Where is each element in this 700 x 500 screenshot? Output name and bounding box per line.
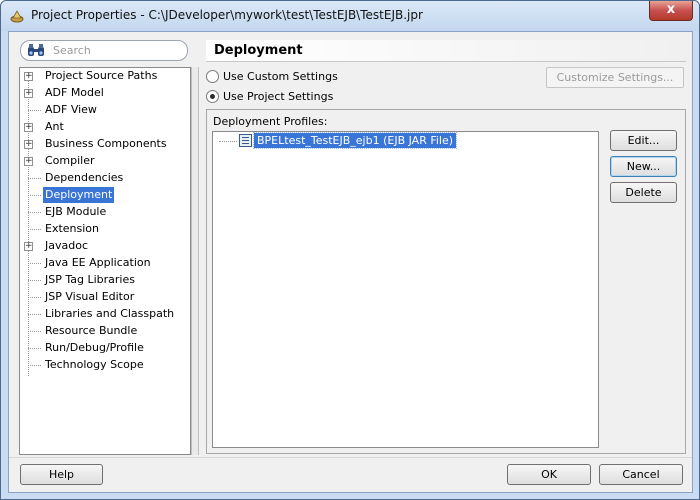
page-title: Deployment (214, 43, 303, 58)
tree-item[interactable]: + Project Source Paths (20, 68, 190, 85)
tree-connector (28, 365, 41, 366)
tree-item-label: Libraries and Classpath (45, 307, 175, 320)
search-input[interactable] (51, 43, 181, 58)
new-button[interactable]: New... (610, 156, 677, 177)
tree-item[interactable]: + Javadoc (20, 238, 190, 255)
dialog-window: Project Properties - C:\JDeveloper\mywor… (0, 0, 700, 500)
profile-label: BPELtest_TestEJB_ejb1 (EJB JAR File) (252, 132, 458, 149)
search-box[interactable] (20, 40, 188, 61)
tree-item[interactable]: + Business Components (20, 136, 190, 153)
tree-item[interactable]: Extension (20, 221, 190, 238)
expand-icon[interactable]: + (24, 72, 33, 81)
tree-item-label: Ant (45, 120, 64, 133)
tree-item[interactable]: Libraries and Classpath (20, 306, 190, 323)
tree-connector (28, 212, 41, 213)
tree-connector (28, 263, 41, 264)
tree-connector (219, 141, 237, 142)
tree-connector (28, 331, 41, 332)
tree-connector (28, 229, 41, 230)
radio-use-project-settings[interactable]: Use Project Settings (206, 88, 356, 106)
tree-item-label: EJB Module (45, 205, 107, 218)
dialog-body: +Project Source Paths+ADF ModelADF View+… (8, 31, 693, 493)
tree-item-label: Technology Scope (45, 358, 144, 371)
tree-item[interactable]: Deployment (20, 187, 190, 204)
tree-connector (28, 314, 41, 315)
tree-item[interactable]: Run/Debug/Profile (20, 340, 190, 357)
tree-item[interactable]: Java EE Application (20, 255, 190, 272)
ok-button[interactable]: OK (507, 464, 591, 485)
tree-item-label: Javadoc (45, 239, 88, 252)
tree-item[interactable]: Technology Scope (20, 357, 190, 374)
customize-settings-button[interactable]: Customize Settings... (546, 67, 684, 88)
jar-file-icon (239, 134, 252, 147)
tree-item-label: Extension (45, 222, 100, 235)
window-title: Project Properties - C:\JDeveloper\mywor… (31, 8, 423, 22)
radio-label-custom: Use Custom Settings (223, 70, 338, 83)
tree-connector (28, 110, 41, 111)
expand-icon[interactable]: + (24, 140, 33, 149)
tree-item-label: ADF View (45, 103, 97, 116)
project-properties-icon (10, 10, 24, 23)
radio-button[interactable] (206, 90, 219, 103)
tree-item-label: Java EE Application (45, 256, 151, 269)
tree-item[interactable]: JSP Visual Editor (20, 289, 190, 306)
close-button[interactable]: x (649, 1, 693, 21)
tree-item[interactable]: JSP Tag Libraries (20, 272, 190, 289)
radio-button[interactable] (206, 70, 219, 83)
edit-button[interactable]: Edit... (610, 130, 677, 151)
radio-use-custom-settings[interactable]: Use Custom Settings (206, 68, 356, 86)
deployment-profiles-label: Deployment Profiles: (213, 115, 328, 128)
expand-icon[interactable]: + (24, 89, 33, 98)
tree-item-label: Deployment (43, 187, 115, 203)
tree-item-label: JSP Visual Editor (45, 290, 135, 303)
tree-connector (28, 280, 41, 281)
deployment-profiles-list[interactable]: BPELtest_TestEJB_ejb1 (EJB JAR File) (212, 131, 599, 448)
expand-icon[interactable]: + (24, 123, 33, 132)
tree-item-label: Business Components (45, 137, 167, 150)
tree-item[interactable]: + ADF Model (20, 85, 190, 102)
tree-connector (28, 297, 41, 298)
category-tree[interactable]: + Project Source Paths + ADF Model ADF View +… (19, 67, 191, 455)
tree-item[interactable]: Resource Bundle (20, 323, 190, 340)
tree-connector (28, 195, 41, 196)
expand-icon[interactable]: + (24, 242, 33, 251)
tree-item-label: ADF Model (45, 86, 104, 99)
radio-label-project: Use Project Settings (223, 90, 334, 103)
tree-item-label: Resource Bundle (45, 324, 138, 337)
title-bar[interactable]: Project Properties - C:\JDeveloper\mywor… (1, 1, 699, 31)
page-header: Deployment (206, 40, 686, 62)
tree-connector (28, 348, 41, 349)
tree-connector (28, 178, 41, 179)
expand-icon[interactable]: + (24, 157, 33, 166)
tree-item-label: Dependencies (45, 171, 124, 184)
tree-item-label: JSP Tag Libraries (45, 273, 135, 286)
footer-divider (9, 457, 692, 458)
tree-item[interactable]: + Ant (20, 119, 190, 136)
tree-item-label: Run/Debug/Profile (45, 341, 144, 354)
tree-item[interactable]: Dependencies (20, 170, 190, 187)
delete-button[interactable]: Delete (610, 182, 677, 203)
tree-item[interactable]: + Compiler (20, 153, 190, 170)
binoculars-icon (28, 44, 44, 56)
tree-item[interactable]: ADF View (20, 102, 190, 119)
tree-item[interactable]: EJB Module (20, 204, 190, 221)
splitter[interactable] (191, 67, 199, 455)
tree-item-label: Project Source Paths (45, 69, 158, 82)
tree-item-label: Compiler (45, 154, 95, 167)
help-button[interactable]: Help (20, 464, 103, 485)
cancel-button[interactable]: Cancel (599, 464, 683, 485)
